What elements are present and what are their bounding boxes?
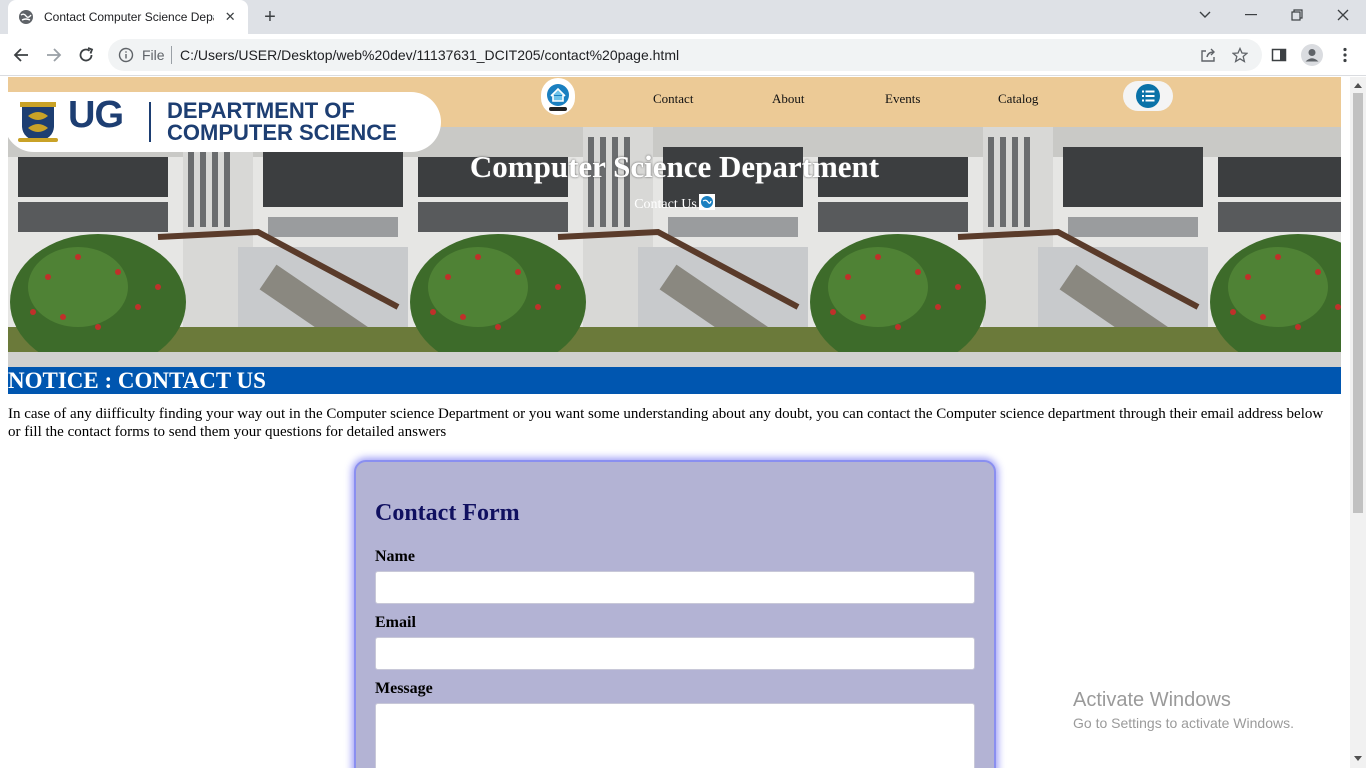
activate-windows-subtitle: Go to Settings to activate Windows.	[1073, 715, 1294, 731]
nav-link-contact[interactable]: Contact	[653, 91, 693, 107]
hero-subtitle-text: Contact Us	[634, 197, 697, 212]
close-icon[interactable]: ✕	[222, 9, 238, 25]
url-scheme-label: File	[142, 47, 165, 63]
page-viewport: Contact About Events Catalog Computer Sc…	[0, 77, 1350, 768]
name-label: Name	[375, 548, 415, 565]
profile-icon[interactable]	[1300, 43, 1324, 67]
globe-favicon-icon	[18, 9, 34, 25]
logo-dept-line2: COMPUTER SCIENCE	[167, 120, 397, 145]
scroll-down-icon[interactable]	[1354, 756, 1362, 761]
email-input[interactable]	[375, 637, 975, 670]
menu-button[interactable]	[1123, 81, 1173, 111]
scroll-thumb[interactable]	[1353, 93, 1363, 513]
logo-dept-line1: DEPARTMENT OF	[167, 98, 355, 123]
star-icon[interactable]	[1228, 43, 1252, 67]
info-icon[interactable]	[118, 47, 134, 63]
list-menu-icon	[1136, 84, 1160, 108]
hero-title: Computer Science Department	[469, 149, 880, 184]
home-icon	[547, 83, 569, 111]
share-icon[interactable]	[1196, 43, 1220, 67]
logo-dept-text: DEPARTMENT OF COMPUTER SCIENCE	[167, 100, 397, 144]
ug-crest-icon	[18, 102, 58, 142]
forward-arrow-icon[interactable]	[42, 43, 66, 67]
url-divider	[171, 46, 172, 64]
globe-icon	[698, 194, 715, 210]
plus-icon[interactable]: +	[258, 5, 282, 29]
message-label: Message	[375, 680, 433, 697]
hero-banner: Computer Science Department Contact Us	[8, 127, 1341, 367]
nav-link-about[interactable]: About	[772, 91, 805, 107]
notice-heading: NOTICE : CONTACT US	[8, 367, 1341, 394]
restore-icon[interactable]	[1274, 0, 1320, 30]
nav-link-events[interactable]: Events	[885, 91, 920, 107]
back-arrow-icon[interactable]	[9, 43, 33, 67]
close-window-icon[interactable]	[1320, 0, 1366, 30]
reload-icon[interactable]	[74, 43, 98, 67]
minimize-icon[interactable]	[1228, 0, 1274, 30]
kebab-menu-icon[interactable]	[1333, 43, 1357, 67]
form-title: Contact Form	[375, 500, 520, 526]
home-button[interactable]	[541, 78, 575, 115]
browser-tab[interactable]: Contact Computer Science Depa ✕	[8, 0, 248, 34]
scroll-up-icon[interactable]	[1354, 83, 1362, 88]
name-input[interactable]	[375, 571, 975, 604]
hero-subtitle: Contact Us	[8, 194, 1341, 213]
tab-title: Contact Computer Science Depa	[44, 10, 215, 24]
logo-divider	[149, 102, 151, 142]
email-label: Email	[375, 614, 416, 631]
nav-link-catalog[interactable]: Catalog	[998, 91, 1038, 107]
logo-ug-text: UG	[68, 94, 124, 136]
department-logo[interactable]: UG DEPARTMENT OF COMPUTER SCIENCE	[4, 92, 441, 152]
message-textarea[interactable]	[375, 703, 975, 768]
page-scrollbar[interactable]	[1350, 77, 1366, 768]
url-text[interactable]: C:/Users/USER/Desktop/web%20dev/11137631…	[180, 47, 679, 63]
browser-tab-strip: Contact Computer Science Depa ✕ +	[0, 0, 1366, 34]
intro-paragraph: In case of any diifficulty finding your …	[8, 406, 1324, 440]
chevron-down-icon[interactable]	[1182, 0, 1228, 30]
browser-toolbar: File C:/Users/USER/Desktop/web%20dev/111…	[0, 34, 1366, 76]
activate-windows-title: Activate Windows	[1073, 689, 1231, 711]
contact-form: Contact Form Name Email Message	[354, 460, 996, 768]
side-panel-icon[interactable]	[1267, 43, 1291, 67]
address-bar[interactable]: File C:/Users/USER/Desktop/web%20dev/111…	[108, 39, 1262, 71]
